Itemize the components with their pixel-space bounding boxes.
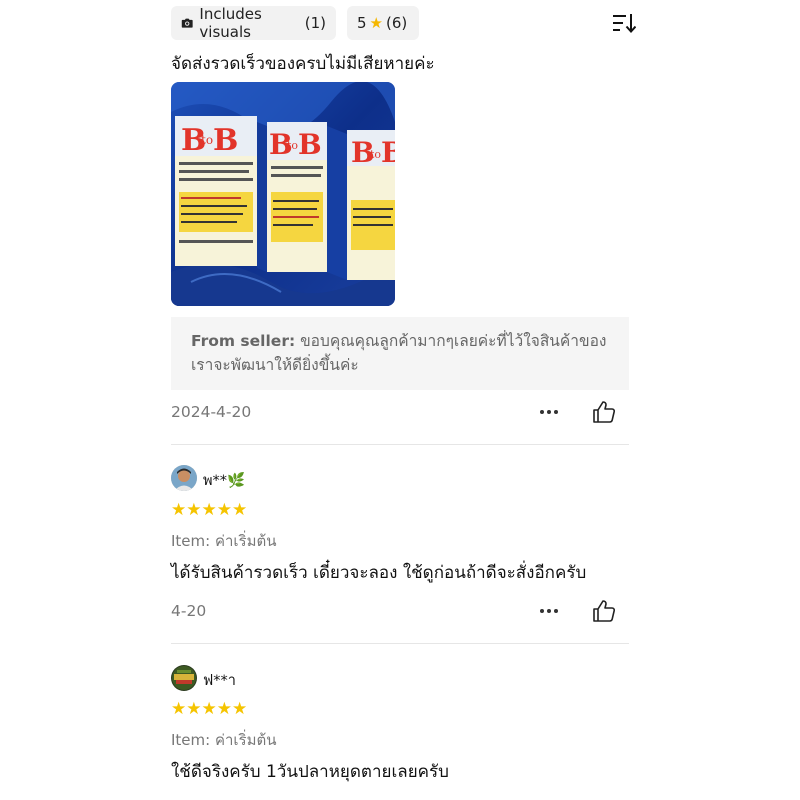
item-variant: Item: ค่าเริ่มต้น (171, 532, 277, 550)
filter-visuals-label: Includes visuals (199, 5, 262, 41)
filter-five-star-count: (6) (386, 14, 408, 32)
username: ฟ**า (203, 673, 236, 689)
review-photo[interactable]: B to B B to B B to B (171, 82, 395, 306)
review-text: ใช้ดีจริงครับ 1วันปลาหยุดตายเลยครับ (171, 762, 449, 782)
item-variant: Item: ค่าเริ่มต้น (171, 731, 277, 749)
like-icon[interactable] (591, 399, 617, 425)
review-date: 4-20 (171, 602, 207, 620)
seller-reply: From seller: ขอบคุณคุณลูกค้ามากๆเลยค่ะที… (171, 317, 629, 390)
leaf-icon: 🌿 (227, 473, 246, 489)
svg-text:to: to (201, 133, 213, 147)
product-photo-image: B to B B to B B to B (171, 82, 395, 306)
avatar-image (171, 465, 197, 491)
star-icon: ★ (369, 14, 383, 32)
sort-icon[interactable] (612, 12, 636, 34)
divider (171, 643, 629, 644)
svg-text:B: B (298, 128, 322, 161)
filter-five-star-label: 5 (357, 14, 367, 32)
username-text: พ** (203, 473, 228, 489)
svg-text:to: to (370, 148, 381, 161)
like-icon[interactable] (591, 598, 617, 624)
camera-icon (181, 18, 193, 28)
svg-text:B: B (213, 123, 238, 158)
rating-stars: ★★★★★ (171, 500, 248, 520)
filter-five-star[interactable]: 5 ★ (6) (347, 6, 419, 40)
more-options-icon[interactable] (540, 609, 562, 615)
avatar[interactable] (171, 665, 197, 691)
avatar[interactable] (171, 465, 197, 491)
rating-stars: ★★★★★ (171, 699, 248, 719)
filter-includes-visuals[interactable]: Includes visuals (1) (171, 5, 336, 41)
svg-text:B: B (381, 136, 395, 169)
review-text: ได้รับสินค้ารวดเร็ว เดี๋ยวจะลอง ใช้ดูก่อ… (171, 563, 587, 583)
avatar-image (171, 665, 197, 691)
username: พ**🌿 (203, 469, 245, 492)
filter-visuals-count: (1) (304, 14, 326, 32)
more-options-icon[interactable] (540, 410, 562, 416)
seller-reply-prefix: From seller: (191, 332, 296, 350)
review-date: 2024-4-20 (171, 403, 252, 421)
divider (171, 444, 629, 445)
review-text: จัดส่งรวดเร็วของครบไม่มีเสียหายค่ะ (171, 54, 435, 74)
svg-text:to: to (287, 139, 298, 152)
